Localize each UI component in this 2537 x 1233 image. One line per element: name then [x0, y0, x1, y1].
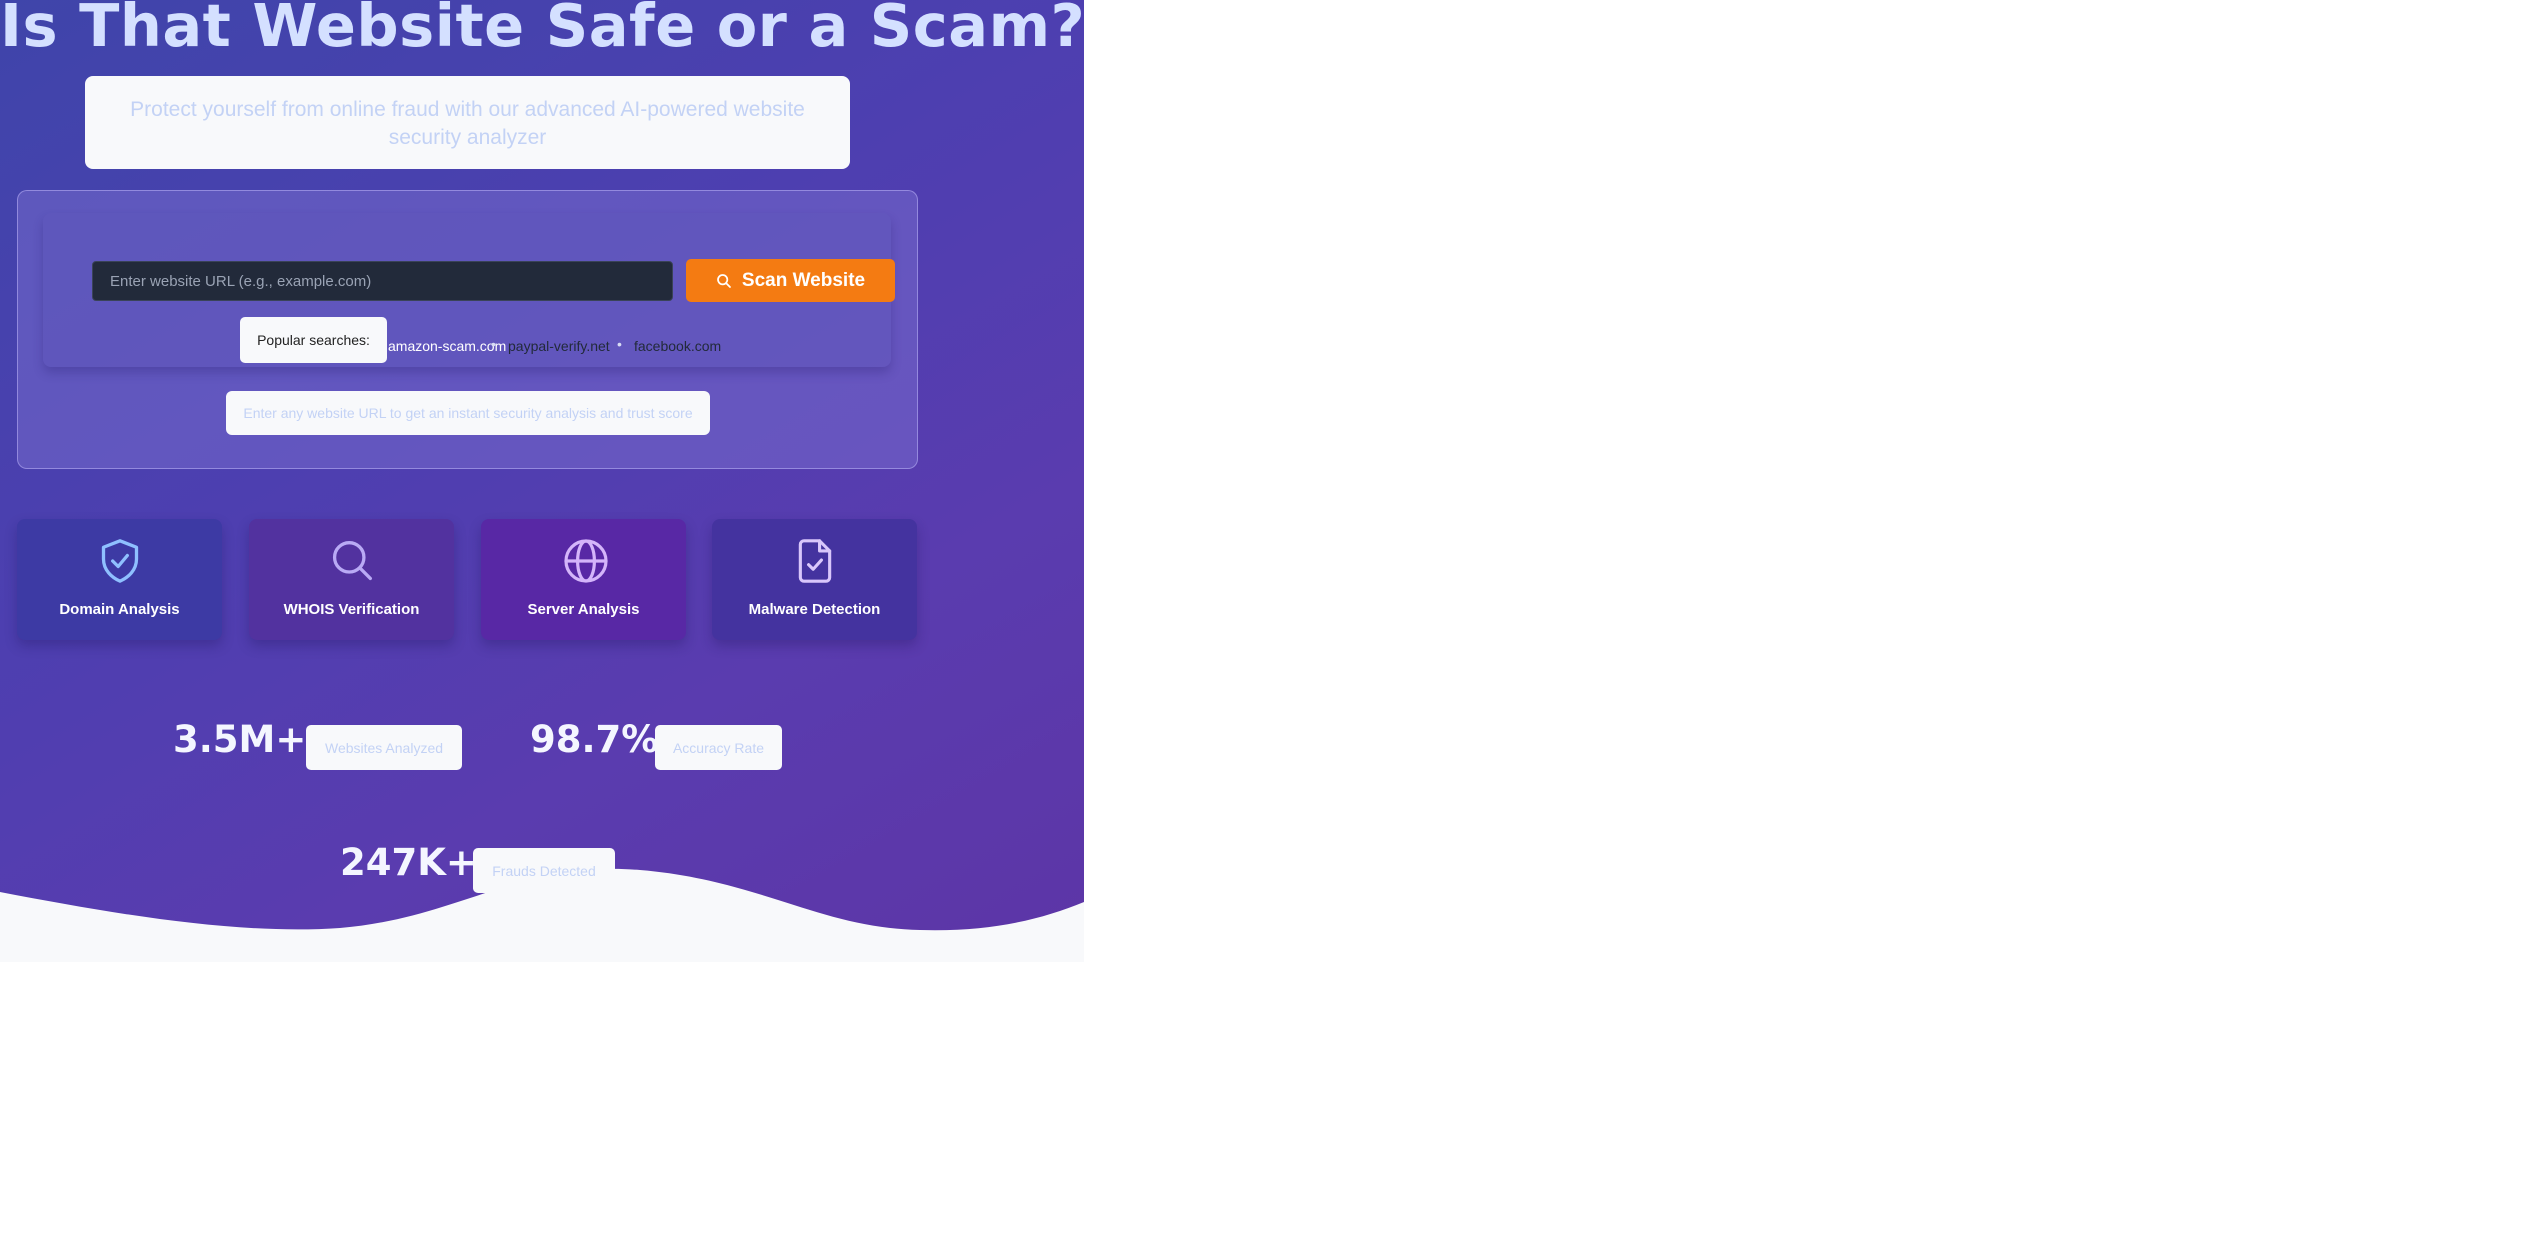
scan-hint: Enter any website URL to get an instant …: [226, 391, 710, 435]
popular-link-paypal-verify[interactable]: paypal-verify.net: [508, 338, 610, 354]
feature-label: Domain Analysis: [59, 601, 180, 618]
popular-link-amazon-scam[interactable]: amazon-scam.com: [388, 338, 506, 354]
shield-check-icon: [101, 539, 139, 583]
scan-panel: Scan Website Popular searches: amazon-sc…: [17, 190, 918, 469]
url-input[interactable]: [92, 261, 673, 301]
feature-card-malware-detection: Malware Detection: [712, 519, 917, 640]
popular-searches-label: Popular searches:: [240, 317, 387, 363]
feature-label: WHOIS Verification: [283, 601, 420, 618]
stat-value: 98.7%: [530, 718, 659, 761]
scan-website-button[interactable]: Scan Website: [686, 259, 895, 302]
feature-label: Server Analysis: [527, 601, 640, 618]
stat-value: 3.5M+: [173, 718, 307, 761]
search-icon: [332, 541, 372, 581]
stat-label: Accuracy Rate: [655, 725, 782, 770]
hero-section: Is That Website Safe or a Scam? Protect …: [0, 0, 1084, 962]
scan-form: Scan Website Popular searches: amazon-sc…: [43, 213, 895, 367]
file-check-icon: [798, 539, 832, 583]
hero-subtitle: Protect yourself from online fraud with …: [85, 76, 850, 169]
feature-card-server-analysis: Server Analysis: [481, 519, 686, 640]
popular-link-facebook[interactable]: facebook.com: [634, 338, 721, 354]
search-icon: [717, 273, 731, 288]
feature-card-whois-verification: WHOIS Verification: [249, 519, 454, 640]
stat-value: 247K+: [340, 841, 477, 884]
link-separator: •: [491, 336, 496, 352]
feature-card-domain-analysis: Domain Analysis: [17, 519, 222, 640]
stat-label: Frauds Detected: [473, 848, 615, 893]
scan-button-label: Scan Website: [741, 269, 866, 291]
stat-label: Websites Analyzed: [306, 725, 462, 770]
globe-icon: [564, 539, 608, 583]
feature-label: Malware Detection: [748, 601, 881, 618]
page-title: Is That Website Safe or a Scam?: [0, 0, 1084, 60]
link-separator: •: [617, 336, 622, 352]
